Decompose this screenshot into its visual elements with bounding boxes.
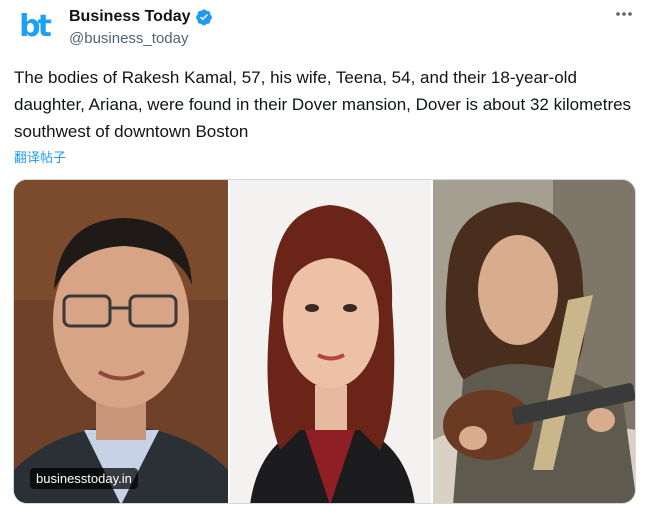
brand-logo: bt bbox=[19, 8, 52, 44]
more-icon[interactable] bbox=[612, 4, 636, 24]
media-grid[interactable]: businesstoday.in bbox=[13, 179, 636, 504]
tweet-header: Business Today @business_today bbox=[69, 6, 213, 47]
translate-link[interactable]: 翻译帖子 bbox=[14, 147, 66, 166]
photo-girl-guitar[interactable] bbox=[433, 180, 635, 503]
tweet: bt Business Today @business_today The bo… bbox=[0, 0, 649, 506]
media-source-tag: businesstoday.in bbox=[30, 468, 138, 489]
verified-badge-icon bbox=[195, 8, 213, 26]
photo-woman-red-hair[interactable] bbox=[230, 180, 431, 503]
name-row: Business Today bbox=[69, 6, 213, 28]
handle[interactable]: @business_today bbox=[69, 30, 213, 47]
display-name[interactable]: Business Today bbox=[69, 8, 191, 26]
avatar[interactable]: bt bbox=[14, 6, 54, 46]
tweet-text: The bodies of Rakesh Kamal, 57, his wife… bbox=[14, 68, 632, 141]
photo-man-glasses[interactable] bbox=[14, 180, 228, 503]
